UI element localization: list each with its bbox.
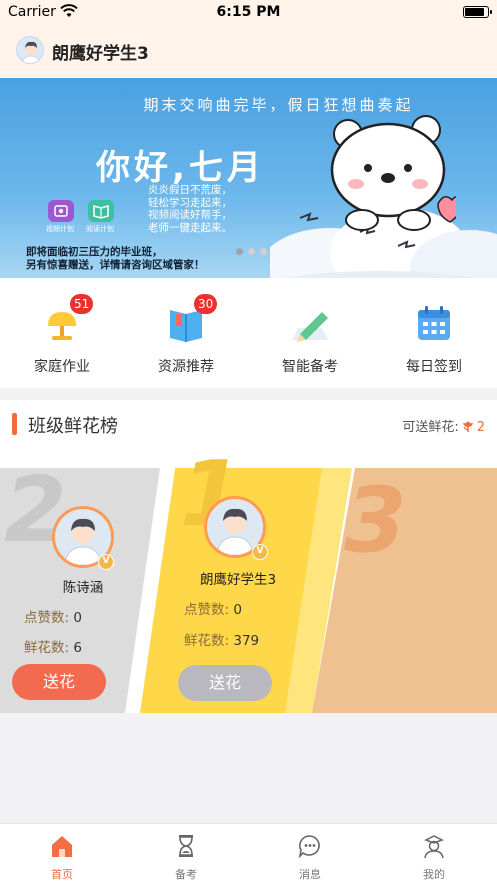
student-name: 朗鹰好学生3 — [199, 572, 277, 588]
likes-stat: 点赞数: 0 — [24, 606, 82, 626]
status-time: 6:15 PM — [216, 4, 281, 20]
tab-messages[interactable]: 消息 — [248, 824, 372, 883]
board-title: 班级鲜花榜 — [28, 416, 118, 437]
banner-note: 即将面临初三压力的毕业班， 另有惊喜赠送，详情请咨询区域管家！ — [26, 246, 205, 272]
nav-homework[interactable]: 51 家庭作业 — [0, 278, 124, 388]
tab-label: 我的 — [423, 868, 445, 881]
flowers-value: 379 — [233, 633, 260, 649]
homework-badge: 51 — [70, 294, 94, 314]
bottom-tab-bar: 首页 备考 消息 我的 — [0, 823, 497, 883]
banner-line: 炎炎假日不荒废， — [148, 184, 232, 196]
user-avatar[interactable] — [16, 36, 44, 64]
chat-bubble-icon — [298, 835, 320, 859]
nav-label: 每日签到 — [406, 359, 462, 375]
top-header: 朗鹰好学生3 — [0, 26, 497, 78]
status-bar: Carrier 6:15 PM — [0, 0, 497, 26]
banner-line: 视频阅读好帮手， — [148, 209, 232, 221]
verified-badge-icon: V — [98, 554, 114, 570]
flower-icon — [462, 421, 473, 432]
flower-board: 班级鲜花榜 可送鲜花: 2 2 V 陈诗涵 点赞数: 0 鲜花数: 6 送花 1… — [0, 400, 497, 772]
flowers-stat: 鲜花数: 6 — [24, 636, 82, 656]
user-name: 朗鹰好学生3 — [52, 44, 149, 64]
battery-level — [465, 8, 484, 16]
hourglass-icon — [179, 835, 193, 857]
pager-dot[interactable] — [236, 248, 243, 255]
resources-badge: 30 — [194, 294, 218, 314]
video-plan-label: 视频计划 — [46, 225, 74, 233]
profile-icon — [424, 835, 444, 859]
quick-nav: 51 家庭作业 30 资源推荐 智能备考 每日签到 — [0, 278, 497, 388]
tab-home[interactable]: 首页 — [0, 824, 124, 883]
likes-value: 0 — [73, 610, 82, 626]
tab-label: 备考 — [175, 868, 197, 881]
banner-note-line: 即将面临初三压力的毕业班， — [26, 246, 163, 258]
home-screen: Carrier 6:15 PM 朗鹰好学生3 期末交响曲完毕，假日狂想曲奏起 你… — [0, 0, 497, 883]
send-flower-button-disabled[interactable]: 送花 — [178, 665, 272, 701]
calendar-icon — [418, 306, 450, 340]
tab-label: 首页 — [51, 868, 73, 881]
nav-label: 智能备考 — [282, 359, 338, 375]
nav-exam-prep[interactable]: 智能备考 — [248, 278, 372, 388]
banner-title: 你好,七月 — [96, 148, 265, 188]
banner-line: 轻松学习走起来， — [148, 196, 232, 209]
nav-daily-checkin[interactable]: 每日签到 — [372, 278, 496, 388]
nav-label: 资源推荐 — [158, 359, 214, 375]
promo-banner[interactable]: 期末交响曲完毕，假日狂想曲奏起 你好,七月 炎炎假日不荒废， 轻松学习走起来， … — [0, 78, 497, 278]
reading-plan-label: 阅读计划 — [86, 225, 114, 233]
send-flower-button[interactable]: 送花 — [12, 664, 106, 700]
bear-mascot-icon — [330, 115, 456, 231]
student-name: 陈诗涵 — [62, 580, 104, 596]
banner-line: 老师一键走起来。 — [148, 221, 232, 234]
section-marker — [12, 413, 17, 435]
verified-badge-icon: V — [252, 544, 268, 560]
flowers-available: 可送鲜花: 2 — [402, 416, 485, 435]
likes-label: 点赞数: — [24, 610, 70, 626]
banner-note-line: 另有惊喜赠送，详情请咨询区域管家！ — [26, 259, 205, 271]
pager-dot[interactable] — [248, 248, 255, 255]
flowers-value: 6 — [73, 640, 82, 656]
podium: 2 V 陈诗涵 点赞数: 0 鲜花数: 6 送花 1 V 朗鹰好学生3 点赞数:… — [0, 442, 497, 713]
board-footer-space — [0, 713, 497, 772]
likes-value: 0 — [233, 602, 242, 618]
flowers-available-label: 可送鲜花: — [402, 420, 459, 435]
nav-label: 家庭作业 — [34, 359, 90, 375]
rank-number: 3 — [344, 468, 407, 573]
flowers-available-count: 2 — [476, 420, 485, 435]
pencil-icon — [292, 312, 328, 342]
tab-label: 消息 — [299, 868, 321, 881]
likes-label: 点赞数: — [184, 602, 230, 618]
likes-stat: 点赞数: 0 — [184, 598, 242, 618]
banner-slogan: 炎炎假日不荒废， 轻松学习走起来， 视频阅读好帮手， 老师一键走起来。 — [130, 184, 232, 234]
flowers-label: 鲜花数: — [24, 640, 70, 656]
home-icon — [52, 836, 72, 857]
pager-dot[interactable] — [260, 248, 267, 255]
video-plan-icon — [48, 200, 74, 222]
nav-resources[interactable]: 30 资源推荐 — [124, 278, 248, 388]
battery-icon — [463, 6, 492, 18]
tab-profile[interactable]: 我的 — [372, 824, 496, 883]
flowers-label: 鲜花数: — [184, 633, 230, 649]
flowers-stat: 鲜花数: 379 — [184, 629, 259, 649]
avatar-boy-icon — [21, 41, 41, 63]
reading-plan-icon — [88, 200, 114, 222]
tab-exam-prep[interactable]: 备考 — [124, 824, 248, 883]
